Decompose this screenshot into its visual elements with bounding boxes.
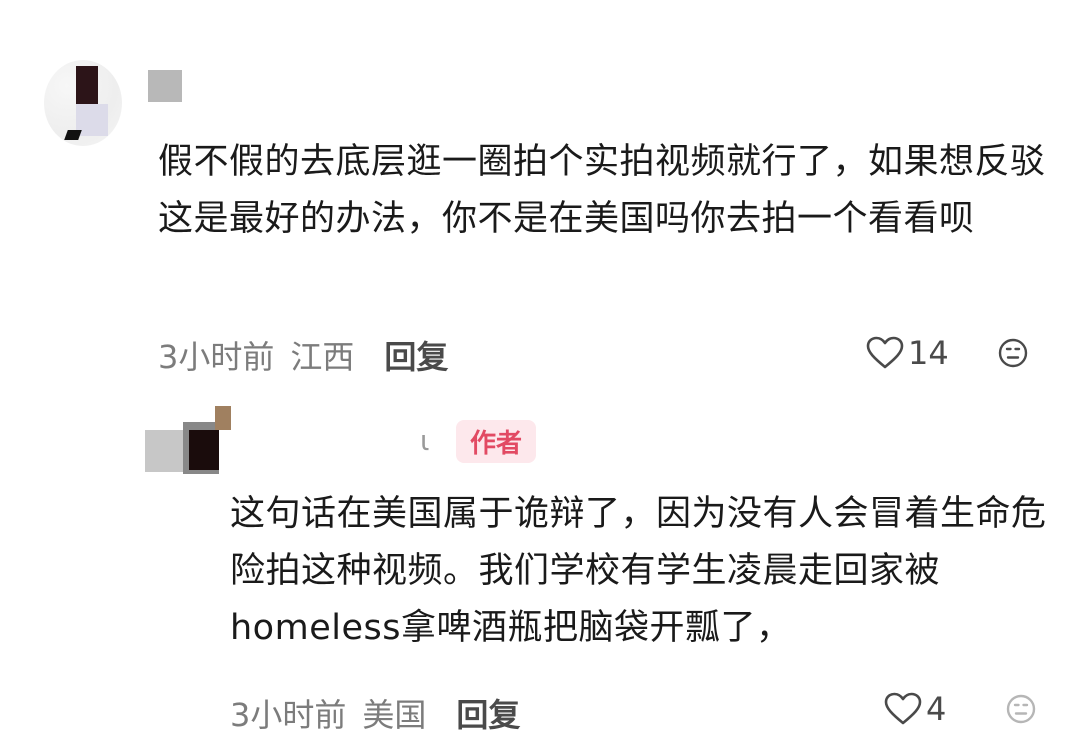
avatar-pixel [145,430,185,472]
avatar-pixel [189,430,219,470]
meh-face-icon[interactable] [1006,694,1036,724]
comment-text: 这句话在美国属于诡辩了，因为没有人会冒着生命危险拍这种视频。我们学校有学生凌晨走… [230,494,1047,648]
heart-outline-icon [884,692,922,725]
username-redacted[interactable] [148,70,182,102]
username[interactable]: ι [420,424,429,457]
meh-face-icon[interactable] [998,338,1028,368]
avatar[interactable] [145,402,231,478]
avatar-pixel [215,406,231,430]
reply-button[interactable]: 回复 [384,332,448,378]
avatar-pixel [76,66,98,104]
heart-outline-icon [866,336,904,369]
comment-time: 3小时前 [230,696,347,734]
like-count: 4 [926,690,947,728]
comment-text: 假不假的去底层逛一圈拍个实拍视频就行了，如果想反驳这是最好的办法，你不是在美国吗… [158,142,1046,239]
comment-time: 3小时前 [158,338,275,376]
avatar-pixel [64,130,82,140]
comment-location: 江西 [290,338,355,376]
like-count: 14 [908,334,949,372]
like-button[interactable]: 14 [866,334,949,372]
author-badge: 作者 [456,420,537,463]
avatar[interactable] [44,60,122,146]
comment-meta: 3小时前 江西 回复 [158,332,448,378]
like-button[interactable]: 4 [884,690,946,728]
comment-location: 美国 [362,696,427,734]
reply-button[interactable]: 回复 [456,690,520,736]
comment-meta: 3小时前 美国 回复 [230,690,520,736]
